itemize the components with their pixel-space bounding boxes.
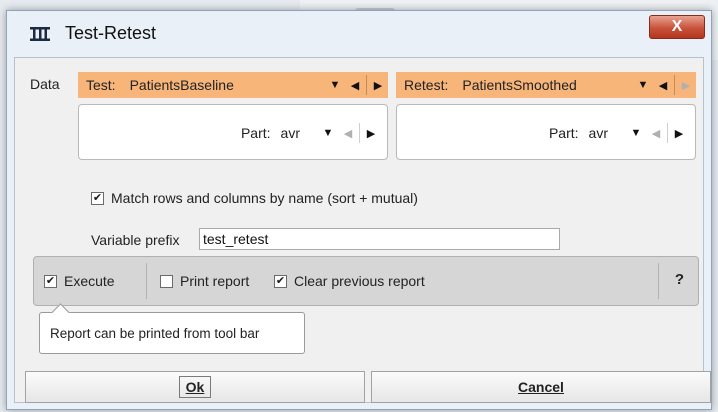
next-arrow-icon[interactable]: ▶: [669, 123, 689, 143]
cancel-button-label: Cancel: [518, 379, 564, 395]
close-icon: X: [671, 18, 683, 35]
execute-label: Execute: [64, 273, 115, 289]
part-label: Part:: [548, 125, 579, 141]
print-report-tooltip: Report can be printed from tool bar: [39, 312, 305, 354]
variable-prefix-label: Variable prefix: [91, 232, 180, 248]
data-label: Data: [30, 76, 60, 92]
dropdown-arrow-icon[interactable]: ▼: [318, 123, 338, 143]
part-label: Part:: [240, 125, 271, 141]
test-part-row: Part: avr ▼ ◀ ▶: [241, 123, 381, 143]
dialog-content: Data Test: PatientsBaseline ▼ ◀ ▶ Retest…: [14, 57, 704, 403]
retest-part-row: Part: avr ▼ ◀ ▶: [549, 123, 689, 143]
ok-button[interactable]: Ok: [25, 371, 365, 403]
dropdown-arrow-icon[interactable]: ▼: [325, 75, 345, 95]
next-arrow-icon[interactable]: ▶: [361, 123, 381, 143]
print-report-checkbox[interactable]: [160, 274, 173, 288]
clear-report-label: Clear previous report: [294, 273, 425, 289]
match-by-name-option[interactable]: ✔ Match rows and columns by name (sort +…: [91, 190, 418, 206]
next-arrow-icon[interactable]: ▶: [368, 75, 388, 95]
dropdown-arrow-icon[interactable]: ▼: [626, 123, 646, 143]
ok-button-label: Ok: [178, 376, 212, 398]
test-part-panel: Part: avr ▼ ◀ ▶: [78, 104, 388, 160]
match-checkbox[interactable]: ✔: [91, 191, 104, 205]
execute-checkbox[interactable]: ✔: [44, 274, 57, 288]
dialog-title: Test-Retest: [65, 23, 157, 43]
test-value: PatientsBaseline: [129, 77, 234, 93]
print-report-option[interactable]: Print report: [160, 273, 249, 289]
test-retest-dialog: Test-Retest X Data Test: PatientsBaselin…: [6, 10, 712, 410]
retest-label: Retest:: [404, 77, 449, 93]
variable-prefix-input[interactable]: [199, 228, 560, 250]
execute-bar: ✔ Execute Print report ✔ Clear previous …: [33, 256, 699, 306]
retest-selector[interactable]: Retest: PatientsSmoothed ▼ ◀ ▶: [396, 72, 696, 98]
help-button[interactable]: ?: [675, 271, 684, 288]
clear-report-checkbox[interactable]: ✔: [274, 274, 287, 288]
dropdown-arrow-icon[interactable]: ▼: [633, 75, 653, 95]
next-arrow-icon: ▶: [681, 79, 691, 92]
execute-option[interactable]: ✔ Execute: [44, 273, 115, 289]
tooltip-text: Report can be printed from tool bar: [50, 325, 260, 341]
retest-part-panel: Part: avr ▼ ◀ ▶: [396, 104, 696, 160]
close-button[interactable]: X: [649, 15, 705, 39]
part-value[interactable]: avr: [589, 125, 608, 141]
match-label: Match rows and columns by name (sort + m…: [111, 190, 418, 206]
title-bar[interactable]: Test-Retest X: [7, 11, 711, 57]
cancel-button[interactable]: Cancel: [371, 371, 711, 403]
previous-arrow-icon: ◀: [651, 127, 661, 140]
app-icon: [30, 27, 50, 41]
clear-report-option[interactable]: ✔ Clear previous report: [274, 273, 425, 289]
part-value[interactable]: avr: [281, 125, 300, 141]
print-report-label: Print report: [180, 273, 250, 289]
previous-arrow-icon[interactable]: ◀: [653, 75, 673, 95]
previous-arrow-icon: ◀: [343, 127, 353, 140]
previous-arrow-icon[interactable]: ◀: [345, 75, 365, 95]
retest-value: PatientsSmoothed: [462, 77, 577, 93]
test-selector[interactable]: Test: PatientsBaseline ▼ ◀ ▶: [78, 72, 388, 98]
test-label: Test:: [86, 77, 116, 93]
